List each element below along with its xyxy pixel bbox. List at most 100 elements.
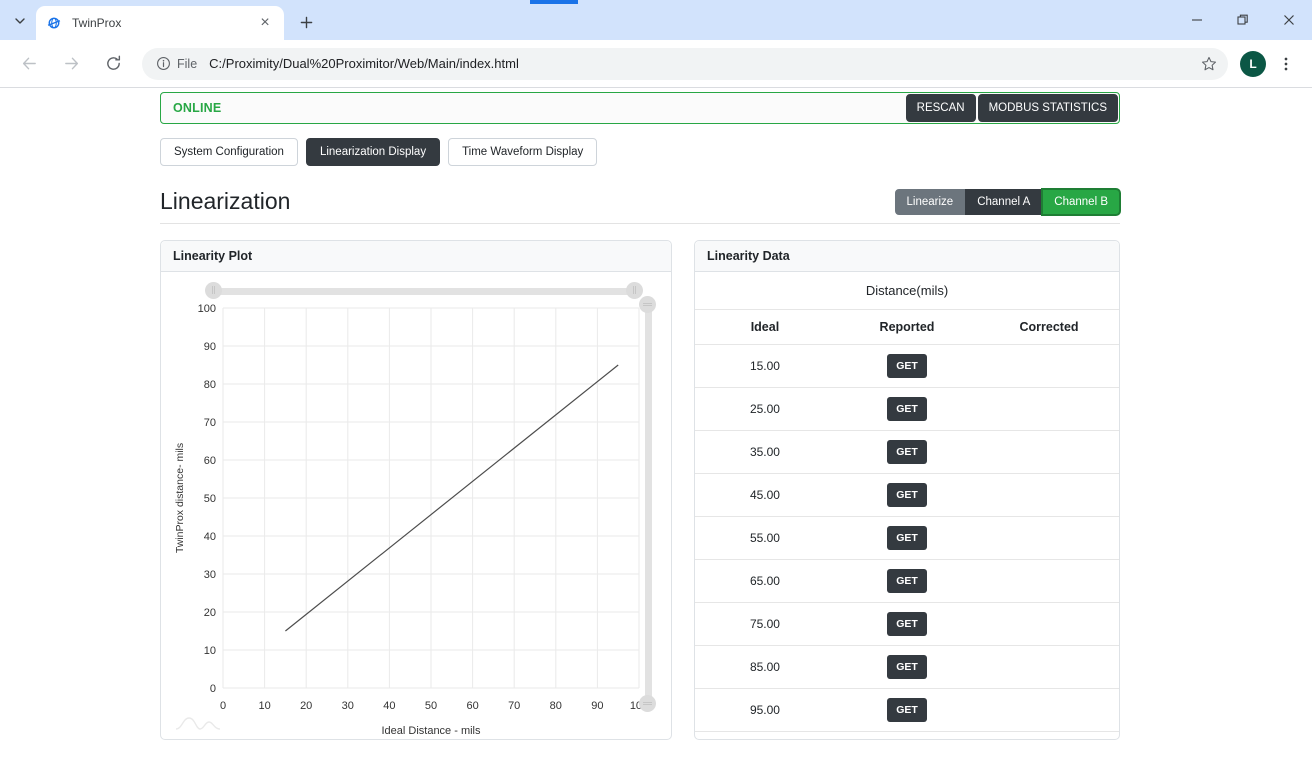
get-button[interactable]: GET (887, 612, 927, 636)
browser-tab[interactable]: TwinProx × (36, 6, 284, 40)
table-header-row: Ideal Reported Corrected (695, 309, 1119, 345)
y-range-slider-handle-max[interactable] (639, 296, 656, 313)
table-row: 85.00 GET (695, 645, 1119, 689)
new-tab-button[interactable] (292, 8, 320, 36)
linearity-plot-body: 100 90 80 70 60 50 40 30 20 10 0 0 10 20… (161, 272, 671, 738)
linearity-chart: 100 90 80 70 60 50 40 30 20 10 0 0 10 20… (174, 303, 648, 737)
get-button[interactable]: GET (887, 526, 927, 550)
get-button[interactable]: GET (887, 440, 927, 464)
status-actions: RESCAN MODBUS STATISTICS (905, 93, 1119, 123)
svg-text:30: 30 (342, 700, 354, 712)
maximize-button[interactable] (1220, 0, 1266, 40)
x-axis-label: Ideal Distance - mils (381, 725, 481, 737)
tab-time-waveform-display[interactable]: Time Waveform Display (448, 138, 598, 166)
table-row: 65.00 GET (695, 559, 1119, 603)
channel-a-button[interactable]: Channel A (965, 188, 1043, 215)
cell-ideal: 65.00 (695, 559, 835, 603)
reload-button[interactable] (97, 48, 129, 80)
table-row: 55.00 GET (695, 516, 1119, 560)
y-axis-label: TwinProx distance- mils (174, 443, 186, 553)
bookmark-star-icon[interactable] (1196, 51, 1222, 77)
minimize-button[interactable] (1174, 0, 1220, 40)
get-button[interactable]: GET (887, 569, 927, 593)
tab-search-button[interactable] (6, 7, 34, 35)
arrow-right-icon (64, 57, 78, 70)
column-header-corrected: Corrected (979, 309, 1119, 345)
status-badge: ONLINE (173, 101, 222, 115)
content-panels: Linearity Plot 100 90 80 70 60 50 40 30 … (160, 240, 1120, 740)
page-header: Linearization Linearize Channel A Channe… (160, 188, 1120, 224)
arrow-left-icon (22, 57, 36, 70)
cell-ideal: 35.00 (695, 430, 835, 474)
linearity-data-table: Distance(mils) Ideal Reported Corrected … (695, 272, 1119, 732)
x-range-slider-handle-max[interactable] (626, 282, 643, 299)
svg-text:80: 80 (204, 379, 216, 391)
column-header-reported: Reported (834, 309, 980, 345)
cell-ideal: 85.00 (695, 645, 835, 689)
close-window-button[interactable] (1266, 0, 1312, 40)
linearity-data-card: Linearity Data Distance(mils) Ideal Repo… (694, 240, 1120, 740)
cell-reported: GET (834, 387, 980, 431)
y-range-slider[interactable] (639, 296, 656, 712)
get-button[interactable]: GET (887, 483, 927, 507)
modbus-statistics-button[interactable]: MODBUS STATISTICS (977, 94, 1118, 122)
app-container: ONLINE RESCAN MODBUS STATISTICS System C… (160, 88, 1120, 740)
y-range-slider-track[interactable] (645, 304, 652, 704)
cell-reported: GET (834, 559, 980, 603)
window-drag-indicator (530, 0, 578, 4)
svg-text:40: 40 (204, 531, 216, 543)
svg-text:60: 60 (204, 455, 216, 467)
svg-text:60: 60 (466, 700, 478, 712)
y-range-slider-handle-min[interactable] (639, 695, 656, 712)
svg-text:0: 0 (220, 700, 226, 712)
tab-strip: TwinProx × (0, 0, 1312, 40)
get-button[interactable]: GET (887, 698, 927, 722)
cell-ideal: 15.00 (695, 344, 835, 388)
minimize-icon (1192, 19, 1202, 21)
svg-text:20: 20 (300, 700, 312, 712)
cell-corrected (979, 516, 1119, 560)
restore-icon (1237, 14, 1248, 25)
y-axis-tick-labels: 100 90 80 70 60 50 40 30 20 10 0 (198, 303, 216, 695)
address-bar[interactable]: File C:/Proximity/Dual%20Proximitor/Web/… (142, 47, 1228, 80)
channel-b-button[interactable]: Channel B (1042, 188, 1120, 215)
chevron-down-icon (15, 18, 25, 24)
cell-reported: GET (834, 344, 980, 388)
svg-text:20: 20 (204, 607, 216, 619)
browser-menu-button[interactable] (1272, 50, 1300, 78)
tab-linearization-display[interactable]: Linearization Display (305, 138, 441, 166)
get-button[interactable]: GET (887, 354, 927, 378)
linearity-plot-title: Linearity Plot (161, 241, 671, 272)
get-button[interactable]: GET (887, 655, 927, 679)
cell-reported: GET (834, 430, 980, 474)
cell-corrected (979, 344, 1119, 388)
x-range-slider[interactable] (205, 282, 643, 299)
section-tabs: System Configuration Linearization Displ… (160, 138, 1120, 166)
x-range-slider-handle-min[interactable] (205, 282, 222, 299)
svg-text:90: 90 (591, 700, 603, 712)
rescan-button[interactable]: RESCAN (905, 94, 976, 122)
forward-button[interactable] (55, 48, 87, 80)
cell-reported: GET (834, 516, 980, 560)
x-range-slider-track[interactable] (213, 288, 635, 295)
close-icon (1284, 15, 1294, 25)
tab-system-configuration[interactable]: System Configuration (160, 138, 298, 166)
info-circle-icon[interactable] (154, 55, 172, 73)
table-row: 95.00 GET (695, 688, 1119, 732)
url-text[interactable]: C:/Proximity/Dual%20Proximitor/Web/Main/… (209, 56, 1196, 71)
back-button[interactable] (13, 48, 45, 80)
table-row: 75.00 GET (695, 602, 1119, 646)
x-axis-tick-labels: 0 10 20 30 40 50 60 70 80 90 100 (220, 700, 648, 712)
get-button[interactable]: GET (887, 397, 927, 421)
cell-corrected (979, 559, 1119, 603)
cell-corrected (979, 602, 1119, 646)
cell-ideal: 25.00 (695, 387, 835, 431)
close-icon[interactable]: × (256, 14, 274, 32)
svg-text:0: 0 (210, 683, 216, 695)
avatar[interactable]: L (1240, 50, 1266, 77)
svg-text:30: 30 (204, 569, 216, 581)
status-bar: ONLINE RESCAN MODBUS STATISTICS (160, 92, 1120, 124)
cell-corrected (979, 387, 1119, 431)
distance-group-header: Distance(mils) (695, 272, 1119, 310)
linearize-button[interactable]: Linearize (894, 188, 966, 215)
